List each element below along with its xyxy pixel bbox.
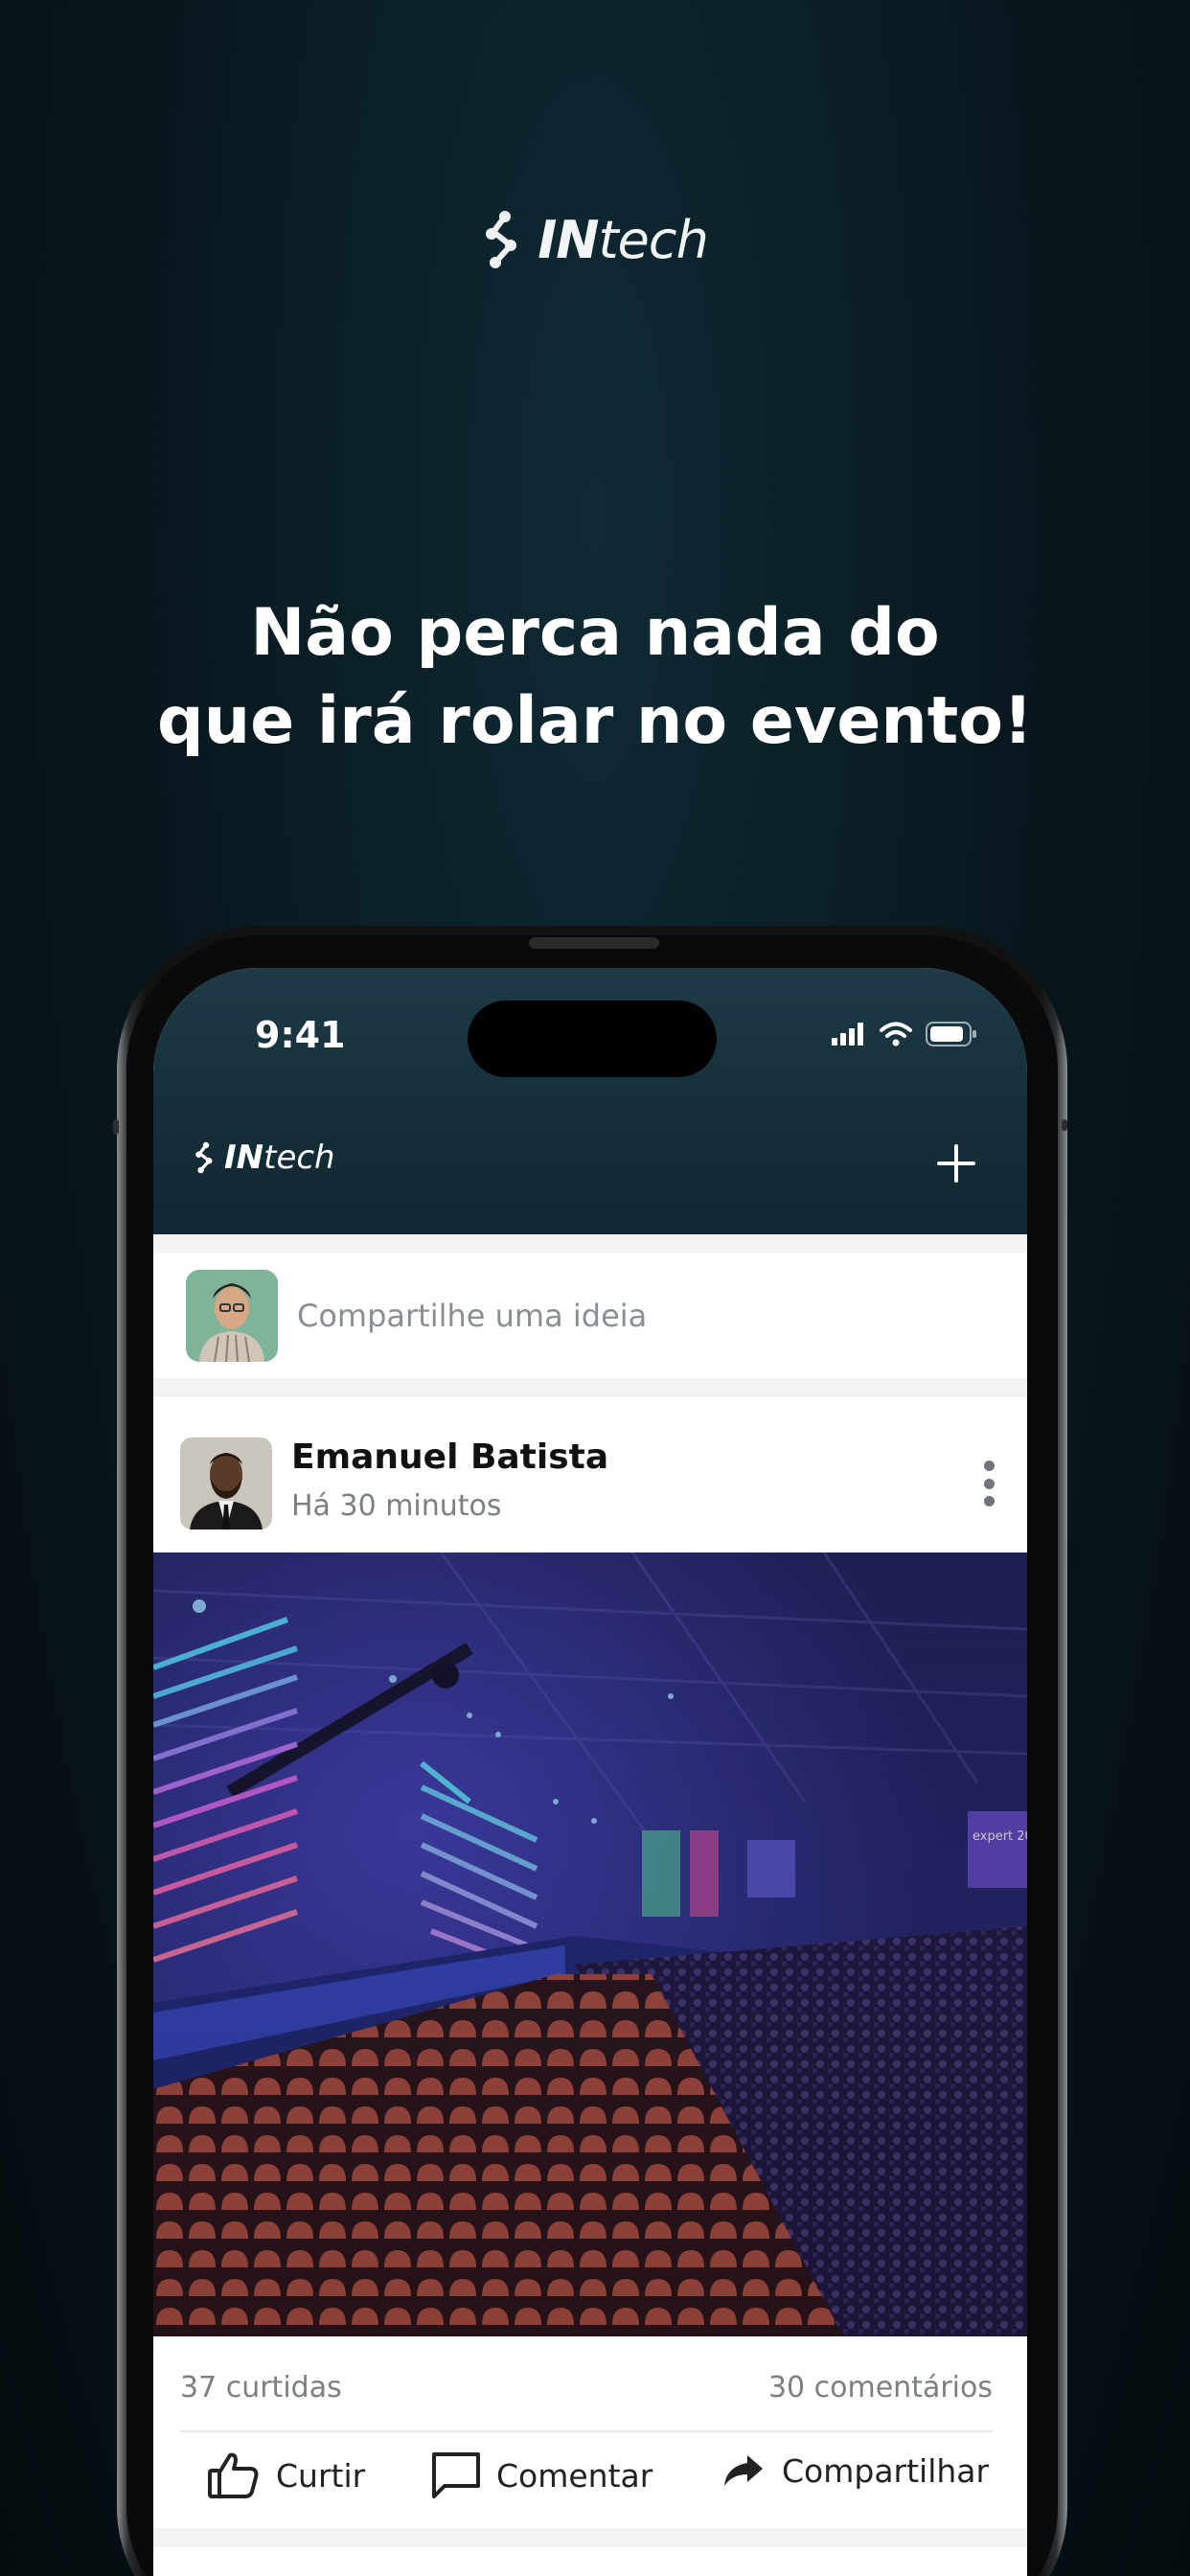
likes-count[interactable]: 37 curtidas xyxy=(180,2371,342,2404)
avatar xyxy=(186,1270,278,1362)
app-logo-wordmark: INtech xyxy=(224,1138,335,1177)
phone-speaker xyxy=(529,937,659,949)
signal-icon xyxy=(832,1023,863,1046)
app-header: 9:41 INtech xyxy=(153,968,1027,1234)
post-footer: 37 curtidas 30 comentários Curtir Coment… xyxy=(153,2336,1027,2528)
next-card-peek xyxy=(153,2547,1027,2576)
more-vertical-icon[interactable] xyxy=(981,1460,996,1506)
dynamic-island xyxy=(468,1000,717,1077)
comments-count[interactable]: 30 comentários xyxy=(768,2371,993,2404)
post-image[interactable]: expert 2019 xyxy=(153,1552,1027,2336)
phone-side-button xyxy=(1062,1119,1067,1131)
logo-mark-icon xyxy=(195,1141,213,1174)
phone-screen: 9:41 INtech Compartilhe uma ideia Emanue… xyxy=(153,968,1027,2576)
battery-icon xyxy=(926,1022,976,1046)
post-header: Emanuel Batista Há 30 minutos xyxy=(153,1397,1027,1552)
phone-side-button xyxy=(113,1119,119,1135)
app-logo[interactable]: INtech xyxy=(194,1138,335,1177)
composer-placeholder[interactable]: Compartilhe uma ideia xyxy=(297,1298,647,1334)
plus-icon[interactable] xyxy=(935,1142,977,1184)
avatar[interactable] xyxy=(180,1438,272,1530)
headline-line-1: Não perca nada do xyxy=(250,595,940,671)
status-time: 9:41 xyxy=(255,1014,346,1056)
share-icon xyxy=(724,2455,763,2486)
thumbs-up-icon xyxy=(208,2452,259,2498)
logo-mark-icon xyxy=(486,211,517,268)
like-button[interactable]: Curtir xyxy=(207,2451,365,2499)
brand-wordmark: INtech xyxy=(538,209,709,270)
comment-label: Comentar xyxy=(496,2456,653,2495)
share-button[interactable]: Compartilhar xyxy=(721,2451,989,2490)
post-author[interactable]: Emanuel Batista xyxy=(291,1438,608,1477)
brand-logo: INtech xyxy=(0,209,1190,270)
wifi-icon xyxy=(880,1022,912,1046)
post-timestamp: Há 30 minutos xyxy=(291,1489,502,1523)
comment-button[interactable]: Comentar xyxy=(431,2451,652,2499)
headline-line-2: que irá rolar no evento! xyxy=(157,683,1033,759)
status-icons xyxy=(832,1022,977,1046)
post-composer[interactable]: Compartilhe uma ideia xyxy=(153,1254,1027,1378)
share-label: Compartilhar xyxy=(782,2451,990,2490)
like-label: Curtir xyxy=(276,2456,366,2495)
comment-icon xyxy=(432,2452,480,2498)
divider xyxy=(180,2430,993,2432)
headline: Não perca nada do que irá rolar no event… xyxy=(0,589,1190,766)
